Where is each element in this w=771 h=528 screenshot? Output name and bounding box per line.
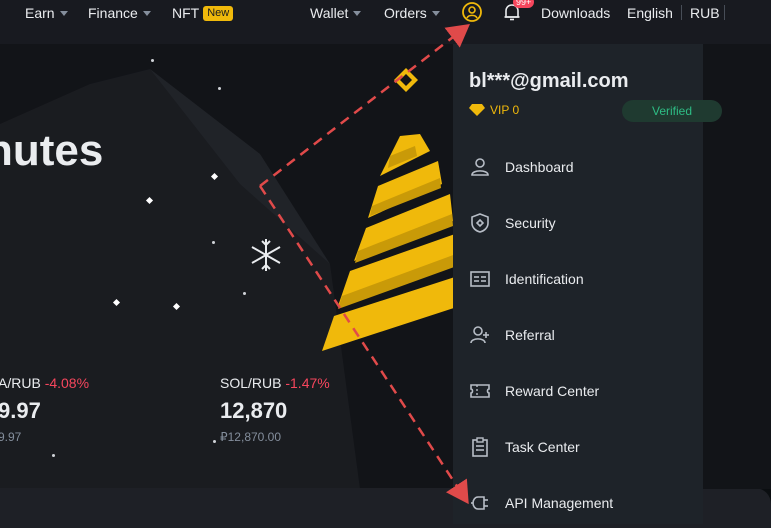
snow-particle: [218, 87, 221, 90]
ticker-pair[interactable]: A/RUB -4.08%: [0, 375, 89, 391]
vip-label: VIP 0: [490, 103, 520, 117]
ticker-change: -1.47%: [285, 375, 330, 391]
menu-item-label: Dashboard: [505, 159, 574, 175]
nav-earn[interactable]: Earn: [25, 4, 68, 22]
hero-title: nutes: [0, 126, 104, 175]
ticker-fiat-price: 9.97: [0, 430, 22, 444]
nav-orders-label: Orders: [384, 5, 427, 21]
nav-nft[interactable]: NFT New: [172, 4, 234, 22]
nav-nft-label: NFT: [172, 5, 200, 21]
nav-wallet-label: Wallet: [310, 5, 349, 21]
notification-count-badge: 99+: [513, 0, 535, 8]
nav-earn-label: Earn: [25, 5, 55, 21]
new-badge: New: [203, 5, 234, 21]
chevron-down-icon: [59, 10, 68, 16]
ticker-pair-label: A/RUB: [0, 375, 41, 391]
menu-item-reward-center[interactable]: Reward Center: [469, 379, 699, 403]
profile-icon[interactable]: [461, 1, 483, 23]
ticket-icon: [469, 380, 491, 402]
menu-item-referral[interactable]: Referral: [469, 323, 699, 347]
snowflake-icon: [251, 239, 281, 271]
snow-particle: [52, 454, 55, 457]
menu-item-dashboard[interactable]: Dashboard: [469, 155, 699, 179]
menu-item-label: Task Center: [505, 439, 580, 455]
top-navigation-bar: Earn Finance NFT New Wallet Orders 99+ D…: [0, 0, 771, 44]
christmas-tree-graphic: [322, 68, 460, 351]
nav-finance-label: Finance: [88, 5, 138, 21]
divider: [681, 5, 682, 20]
account-dropdown-menu: bl***@gmail.com VIP 0 Verified Dashboard…: [453, 44, 722, 524]
vip-level[interactable]: VIP 0: [469, 103, 519, 117]
menu-item-label: Identification: [505, 271, 584, 287]
nav-language[interactable]: English: [627, 4, 673, 22]
ticker-fiat-price: ₽12,870.00: [220, 430, 282, 444]
menu-item-label: API Management: [505, 495, 614, 511]
ticker-change: -4.08%: [44, 375, 90, 391]
menu-item-api-management[interactable]: API Management: [469, 491, 699, 515]
nav-downloads[interactable]: Downloads: [541, 4, 610, 22]
chevron-down-icon: [142, 10, 151, 16]
snow-particle: [213, 440, 216, 443]
snow-particle: [212, 241, 215, 244]
nav-currency[interactable]: RUB: [690, 4, 720, 22]
chevron-down-icon: [431, 10, 440, 16]
menu-item-identification[interactable]: Identification: [469, 267, 699, 291]
divider: [724, 5, 725, 20]
user-plus-icon: [469, 324, 491, 346]
snow-particle: [151, 59, 154, 62]
account-email: bl***@gmail.com: [469, 70, 629, 92]
menu-item-label: Security: [505, 215, 556, 231]
plug-icon: [469, 492, 491, 514]
clipboard-icon: [469, 436, 491, 458]
nav-finance[interactable]: Finance: [88, 4, 151, 22]
ticker-pair-label: SOL/RUB: [220, 375, 282, 391]
menu-item-label: Reward Center: [505, 383, 600, 399]
id-card-icon: [469, 268, 491, 290]
menu-item-task-center[interactable]: Task Center: [469, 435, 699, 459]
ticker-pair[interactable]: SOL/RUB -1.47%: [220, 375, 330, 391]
menu-item-label: Referral: [505, 327, 555, 343]
user-icon: [469, 156, 491, 178]
menu-item-security[interactable]: Security: [469, 211, 699, 235]
nav-wallet[interactable]: Wallet: [310, 4, 362, 22]
ticker-price: 9.97: [0, 398, 41, 423]
shield-icon: [469, 212, 491, 234]
ticker-price: 12,870: [220, 398, 288, 423]
chevron-down-icon: [353, 10, 362, 16]
verified-badge: Verified: [622, 100, 722, 122]
diamond-icon: [469, 104, 485, 116]
nav-orders[interactable]: Orders: [384, 4, 440, 22]
snow-particle: [243, 292, 246, 295]
